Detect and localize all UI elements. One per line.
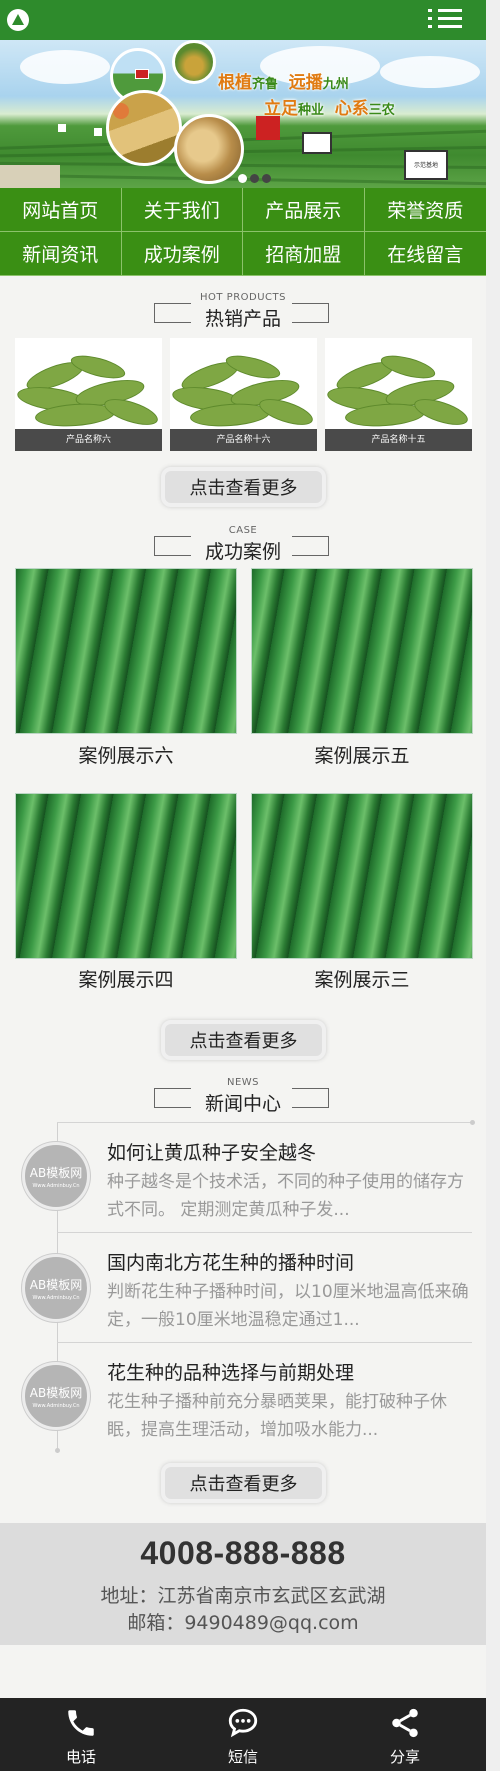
banner-dot[interactable] [238, 174, 247, 183]
case-image[interactable] [251, 568, 473, 734]
banner-slogan-1: 根植齐鲁 远播九州 [218, 73, 349, 92]
news-item[interactable]: AB模板网 Www.Adminbuy.Cn 如何让黄瓜种子安全越冬 种子越冬是个… [0, 1124, 486, 1234]
case-title[interactable]: 案例展示六 [15, 741, 237, 768]
section-title-products: HOT PRODUCTS 热销产品 [0, 289, 486, 330]
bottom-sms-label: 短信 [227, 1748, 258, 1766]
news-item[interactable]: AB模板网 Www.Adminbuy.Cn 国内南北方花生种的播种时间 判断花生… [0, 1234, 486, 1344]
products-more-button[interactable]: 点击查看更多 [161, 467, 326, 507]
news-title[interactable]: 国内南北方花生种的播种时间 [107, 1248, 354, 1275]
path-road [0, 165, 60, 188]
banner-dot[interactable] [250, 174, 259, 183]
contact-footer: 4008-888-888 地址：江苏省南京市玄武区玄武湖 邮箱：9490489@… [0, 1523, 486, 1645]
nav-honors[interactable]: 荣誉资质 [364, 188, 486, 232]
case-title[interactable]: 案例展示四 [15, 965, 237, 992]
hero-banner[interactable]: 根植齐鲁 远播九州 立足种业 心系三农 示范基地 [0, 40, 486, 188]
bottom-action-bar: 电话 短信 分享 [0, 1698, 486, 1771]
bottom-sms-button[interactable]: 短信 [162, 1698, 324, 1771]
section-title-news: NEWS 新闻中心 [0, 1074, 486, 1115]
news-title[interactable]: 花生种的品种选择与前期处理 [107, 1358, 354, 1385]
section-title-en: NEWS [226, 1077, 260, 1088]
product-name: 产品名称六 [15, 429, 162, 451]
product-name: 产品名称十五 [325, 429, 472, 451]
news-divider [57, 1342, 472, 1343]
photo-farmer-harvest [106, 90, 182, 166]
section-title-cases: CASE 成功案例 [0, 522, 486, 563]
main-nav: 网站首页 关于我们 产品展示 荣誉资质 新闻资讯 成功案例 招商加盟 在线留言 [0, 188, 486, 276]
product-card[interactable]: 产品名称十五 [325, 338, 472, 451]
field-marker [58, 124, 66, 132]
case-title[interactable]: 案例展示三 [251, 965, 473, 992]
footer-email[interactable]: 邮箱：9490489@qq.com [0, 1608, 486, 1635]
logo-leaf-icon[interactable] [7, 9, 29, 31]
bottom-call-label: 电话 [65, 1748, 96, 1766]
section-title-en: HOT PRODUCTS [200, 292, 286, 303]
news-divider [57, 1122, 472, 1123]
nav-franchise[interactable]: 招商加盟 [243, 232, 365, 276]
banner-dot[interactable] [262, 174, 271, 183]
nav-products[interactable]: 产品展示 [243, 188, 365, 232]
nav-about[interactable]: 关于我们 [121, 188, 243, 232]
news-item[interactable]: AB模板网 Www.Adminbuy.Cn 花生种的品种选择与前期处理 花生种子… [0, 1344, 486, 1454]
phone-icon [68, 1710, 94, 1736]
product-card[interactable]: 产品名称六 [15, 338, 162, 451]
section-title-cn: 新闻中心 [204, 1093, 281, 1115]
news-summary: 种子越冬是个技术活，不同的种子使用的储存方式不同。 定期测定黄瓜种子发... [107, 1172, 464, 1220]
hamburger-menu-icon[interactable] [428, 6, 464, 32]
section-title-en: CASE [228, 525, 258, 536]
section-title-cn: 成功案例 [204, 541, 281, 563]
photo-crop-closeup [172, 40, 216, 84]
top-header [0, 0, 486, 40]
news-divider [57, 1232, 472, 1233]
field-sign-red [256, 116, 280, 140]
field-marker [94, 128, 102, 136]
footer-address: 地址：江苏省南京市玄武区玄武湖 [100, 1585, 386, 1607]
case-image[interactable] [15, 793, 237, 959]
news-more-button[interactable]: 点击查看更多 [161, 1463, 326, 1503]
photo-peanuts [174, 114, 244, 184]
product-name: 产品名称十六 [170, 429, 317, 451]
message-icon [228, 1708, 258, 1738]
banner-slogan-2: 立足种业 心系三农 [264, 99, 395, 118]
news-thumbnail: AB模板网 Www.Adminbuy.Cn [22, 1142, 90, 1210]
share-icon [392, 1708, 418, 1738]
case-title[interactable]: 案例展示五 [251, 741, 473, 768]
banner-pagination[interactable] [238, 168, 274, 187]
news-summary: 花生种子播种前充分暴晒荚果，能打破种子休眠，提高生理活动，增加吸水能力... [107, 1392, 447, 1440]
section-title-cn: 热销产品 [204, 308, 281, 330]
nav-message[interactable]: 在线留言 [364, 232, 486, 276]
case-image[interactable] [251, 793, 473, 959]
news-thumbnail: AB模板网 Www.Adminbuy.Cn [22, 1254, 90, 1322]
nav-cases[interactable]: 成功案例 [121, 232, 243, 276]
news-summary: 判断花生种子播种时间，以10厘米地温高低来确定，一般10厘米地温稳定通过1... [107, 1282, 469, 1330]
bottom-share-label: 分享 [389, 1748, 420, 1766]
cases-more-button[interactable]: 点击查看更多 [161, 1020, 326, 1060]
field-sign-white [302, 132, 332, 154]
bottom-share-button[interactable]: 分享 [324, 1698, 486, 1771]
case-image[interactable] [15, 568, 237, 734]
bottom-call-button[interactable]: 电话 [0, 1698, 162, 1771]
news-thumbnail: AB模板网 Www.Adminbuy.Cn [22, 1362, 90, 1430]
hotline-number[interactable]: 4008-888-888 [0, 1535, 486, 1572]
nav-home[interactable]: 网站首页 [0, 188, 122, 232]
product-card[interactable]: 产品名称十六 [170, 338, 317, 451]
news-title[interactable]: 如何让黄瓜种子安全越冬 [107, 1138, 316, 1165]
timeline-dot [55, 1448, 60, 1453]
page-scrollbar[interactable] [486, 0, 500, 1771]
field-sign-large: 示范基地 [404, 150, 448, 180]
nav-news[interactable]: 新闻资讯 [0, 232, 122, 276]
